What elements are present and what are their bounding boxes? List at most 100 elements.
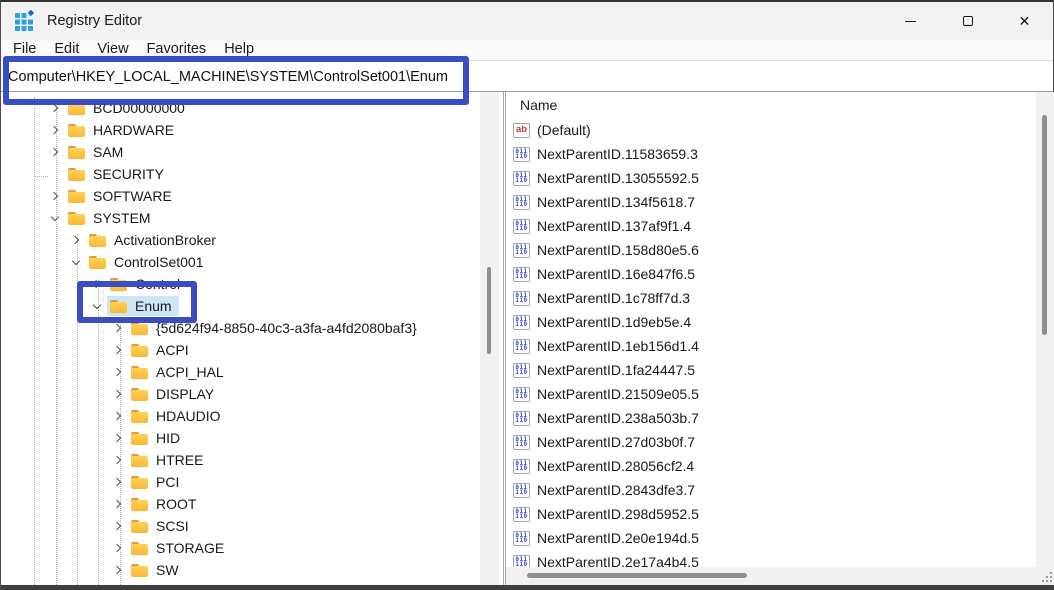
values-horizontal-scrollbar-thumb[interactable] <box>527 573 747 578</box>
chevron-right-icon[interactable] <box>110 563 125 578</box>
chevron-down-icon[interactable] <box>47 211 62 226</box>
tree-item-sam[interactable]: SAM <box>1 141 480 163</box>
value-row[interactable]: 011110 NextParentID.134f5618.7 <box>506 190 1033 214</box>
tree-item-scsi[interactable]: SCSI <box>1 515 480 537</box>
menu-view[interactable]: View <box>88 40 137 60</box>
value-row[interactable]: 011110 NextParentID.11583659.3 <box>506 142 1033 166</box>
chevron-right-icon[interactable] <box>110 497 125 512</box>
value-row[interactable]: 011110 NextParentID.16e847f6.5 <box>506 262 1033 286</box>
chevron-right-icon[interactable] <box>110 585 125 586</box>
address-bar-path[interactable]: Computer\HKEY_LOCAL_MACHINE\SYSTEM\Contr… <box>1 69 448 85</box>
value-row[interactable]: 011110 NextParentID.298d5952.5 <box>506 502 1033 526</box>
value-row[interactable]: 011110 NextParentID.27d03b0f.7 <box>506 430 1033 454</box>
minimize-button[interactable] <box>882 2 939 40</box>
tree-vertical-scrollbar-thumb[interactable] <box>487 267 491 354</box>
chevron-right-icon[interactable] <box>89 277 104 292</box>
title-bar[interactable]: Registry Editor ✕ <box>1 2 1053 40</box>
chevron-right-icon[interactable] <box>47 145 62 160</box>
menu-file[interactable]: File <box>4 40 45 60</box>
chevron-right-icon[interactable] <box>47 123 62 138</box>
chevron-right-icon[interactable] <box>110 343 125 358</box>
value-name: NextParentID.1eb156d1.4 <box>537 338 699 354</box>
chevron-right-icon[interactable] <box>110 541 125 556</box>
menu-edit[interactable]: Edit <box>45 40 88 60</box>
resize-grip-icon[interactable] <box>1041 571 1053 583</box>
chevron-right-icon[interactable] <box>110 519 125 534</box>
tree-item-enum[interactable]: Enum <box>1 295 480 317</box>
values-vertical-scrollbar[interactable] <box>1036 92 1054 585</box>
tree-item-hardware[interactable]: HARDWARE <box>1 119 480 141</box>
tree-item-acpi-hal[interactable]: ACPI_HAL <box>1 361 480 383</box>
tree-item-controlset001[interactable]: ControlSet001 <box>1 251 480 273</box>
tree-item-control[interactable]: Control <box>1 273 480 295</box>
dword-value-icon: 011110 <box>513 531 530 546</box>
folder-icon <box>131 432 148 445</box>
value-name: NextParentID.21509e05.5 <box>537 386 699 402</box>
tree-item-root[interactable]: ROOT <box>1 493 480 515</box>
values-vertical-scrollbar-thumb[interactable] <box>1042 115 1047 335</box>
chevron-right-icon[interactable] <box>110 431 125 446</box>
value-row[interactable]: 011110 NextParentID.1eb156d1.4 <box>506 334 1033 358</box>
chevron-down-icon[interactable] <box>89 299 104 314</box>
value-row-default[interactable]: ab (Default) <box>506 118 1033 142</box>
tree-item-guid-5d624f94[interactable]: {5d624f94-8850-40c3-a3fa-a4fd2080baf3} <box>1 317 480 339</box>
menu-help[interactable]: Help <box>215 40 263 60</box>
chevron-right-icon[interactable] <box>110 475 125 490</box>
no-chevron <box>47 167 62 182</box>
tree-item-hid[interactable]: HID <box>1 427 480 449</box>
tree-item-swd[interactable]: SWD <box>1 581 480 585</box>
address-bar[interactable]: Computer\HKEY_LOCAL_MACHINE\SYSTEM\Contr… <box>1 62 1053 92</box>
tree-item-label: Control <box>135 276 180 292</box>
tree-item-sw[interactable]: SW <box>1 559 480 581</box>
chevron-right-icon[interactable] <box>47 101 62 116</box>
folder-icon <box>131 410 148 423</box>
dword-value-icon: 011110 <box>513 291 530 306</box>
close-button[interactable]: ✕ <box>996 2 1053 40</box>
tree-vertical-scrollbar[interactable] <box>480 92 499 585</box>
value-name: NextParentID.298d5952.5 <box>537 506 699 522</box>
tree-item-pci[interactable]: PCI <box>1 471 480 493</box>
chevron-right-icon[interactable] <box>110 453 125 468</box>
value-row[interactable]: 011110 NextParentID.2843dfe3.7 <box>506 478 1033 502</box>
tree-item-display[interactable]: DISPLAY <box>1 383 480 405</box>
values-pane: Name ab (Default) 011110 NextParentID.11… <box>505 92 1054 585</box>
tree-item-hdaudio[interactable]: HDAUDIO <box>1 405 480 427</box>
chevron-right-icon[interactable] <box>68 233 83 248</box>
value-row[interactable]: 011110 NextParentID.238a503b.7 <box>506 406 1033 430</box>
values-horizontal-scrollbar[interactable] <box>506 567 1036 585</box>
value-row[interactable]: 011110 NextParentID.21509e05.5 <box>506 382 1033 406</box>
window-title: Registry Editor <box>47 13 142 29</box>
value-row[interactable]: 011110 NextParentID.158d80e5.6 <box>506 238 1033 262</box>
chevron-down-icon[interactable] <box>68 255 83 270</box>
value-row[interactable]: 011110 NextParentID.137af9f1.4 <box>506 214 1033 238</box>
tree-item-bcd00000000[interactable]: BCD00000000 <box>1 97 480 119</box>
value-name: NextParentID.137af9f1.4 <box>537 218 691 234</box>
tree-item-storage[interactable]: STORAGE <box>1 537 480 559</box>
tree-item-label: ACPI <box>156 342 189 358</box>
maximize-button[interactable] <box>939 2 996 40</box>
tree-item-acpi[interactable]: ACPI <box>1 339 480 361</box>
tree-item-software[interactable]: SOFTWARE <box>1 185 480 207</box>
tree-item-activationbroker[interactable]: ActivationBroker <box>1 229 480 251</box>
value-row[interactable]: 011110 NextParentID.28056cf2.4 <box>506 454 1033 478</box>
value-row[interactable]: 011110 NextParentID.13055592.5 <box>506 166 1033 190</box>
chevron-right-icon[interactable] <box>110 387 125 402</box>
chevron-right-icon[interactable] <box>110 409 125 424</box>
values-list: ab (Default) 011110 NextParentID.1158365… <box>506 118 1033 574</box>
value-row[interactable]: 011110 NextParentID.1fa24447.5 <box>506 358 1033 382</box>
column-header-name[interactable]: Name <box>506 92 1054 118</box>
tree-item-htree[interactable]: HTREE <box>1 449 480 471</box>
chevron-right-icon[interactable] <box>47 189 62 204</box>
tree-item-system[interactable]: SYSTEM <box>1 207 480 229</box>
chevron-right-icon[interactable] <box>110 321 125 336</box>
value-row[interactable]: 011110 NextParentID.2e0e194d.5 <box>506 526 1033 550</box>
value-row[interactable]: 011110 NextParentID.1d9eb5e.4 <box>506 310 1033 334</box>
folder-icon <box>89 234 106 247</box>
chevron-right-icon[interactable] <box>110 365 125 380</box>
value-row[interactable]: 011110 NextParentID.1c78ff7d.3 <box>506 286 1033 310</box>
close-icon: ✕ <box>1019 14 1031 28</box>
folder-icon <box>131 454 148 467</box>
tree-item-label: SAM <box>93 144 123 160</box>
tree-item-security[interactable]: SECURITY <box>1 163 480 185</box>
menu-favorites[interactable]: Favorites <box>138 40 216 60</box>
